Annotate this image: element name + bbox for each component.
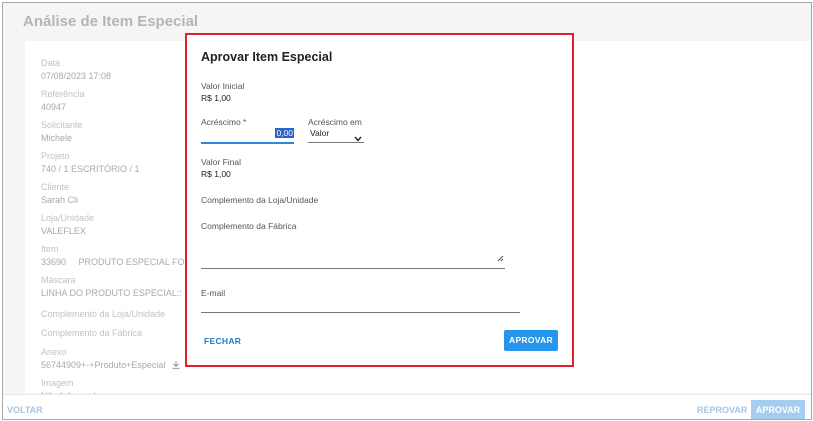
anexo-filename[interactable]: 56744909+-+Produto+Especial <box>41 360 165 370</box>
valor-final-value: R$ 1,00 <box>201 169 231 179</box>
complemento-fabrica-label: Complemento da Fábrica <box>201 221 297 231</box>
resize-handle-icon[interactable] <box>497 249 504 267</box>
field-value: VALEFLEX <box>41 226 86 236</box>
field-value: 07/08/2023 17:08 <box>41 71 112 81</box>
field-mascara: Máscara LINHA DO PRODUTO ESPECIAL:: ESP <box>41 275 202 299</box>
field-complemento-loja: Complemento da Loja/Unidade <box>41 309 165 319</box>
close-button[interactable]: FECHAR <box>204 336 241 346</box>
field-label: Item <box>41 244 59 254</box>
acrescimo-field[interactable]: 0,00 <box>201 122 294 144</box>
field-label: Imagem <box>41 378 74 388</box>
acrescimo-em-select[interactable]: Valor <box>308 125 364 143</box>
field-value: LINHA DO PRODUTO ESPECIAL:: ESP <box>41 288 203 298</box>
dialog-title: Aprovar Item Especial <box>201 50 333 64</box>
valor-final-label: Valor Final <box>201 157 241 167</box>
field-label: Loja/Unidade <box>41 213 95 223</box>
field-label: Anexo <box>41 347 67 357</box>
field-value: 56744909+-+Produto+Especial <box>41 360 181 373</box>
field-label: Complemento da Loja/Unidade <box>41 309 166 319</box>
email-label: E-mail <box>201 288 226 298</box>
field-value: Michele <box>41 133 73 143</box>
field-value: 740 / 1 ESCRITÓRIO / 1 <box>41 164 140 174</box>
field-label: Data <box>41 58 61 68</box>
field-label: Projeto <box>41 151 70 161</box>
field-projeto: Projeto 740 / 1 ESCRITÓRIO / 1 <box>41 151 140 175</box>
page-title: Análise de Item Especial <box>23 13 199 30</box>
field-data: Data 07/08/2023 17:08 <box>41 58 111 82</box>
field-label: Complemento da Fábrica <box>41 328 143 338</box>
approve-button-background[interactable]: APROVAR <box>751 400 805 419</box>
acrescimo-selected-text: 0,00 <box>275 128 294 138</box>
reject-button[interactable]: REPROVAR <box>697 405 747 415</box>
field-anexo: Anexo 56744909+-+Produto+Especial <box>41 347 181 373</box>
field-value: 40947 <box>41 102 67 112</box>
complemento-fabrica-textarea[interactable] <box>201 237 505 269</box>
field-value: Sarah Cli <box>41 195 79 205</box>
chevron-down-icon <box>354 129 362 147</box>
footer-bar: VOLTAR REPROVAR APROVAR <box>3 394 811 419</box>
field-solicitante: Solicitante Michele <box>41 120 83 144</box>
valor-inicial-value: R$ 1,00 <box>201 93 231 103</box>
field-label: Máscara <box>41 275 76 285</box>
field-label: Cliente <box>41 182 70 192</box>
complemento-loja-label: Complemento da Loja/Unidade <box>201 195 319 205</box>
acrescimo-em-value: Valor <box>310 128 330 138</box>
field-referencia: Referência 40947 <box>41 89 85 113</box>
field-complemento-fabrica: Complemento da Fábrica <box>41 328 142 338</box>
approve-item-dialog: Aprovar Item Especial Valor Inicial R$ 1… <box>185 33 574 367</box>
field-cliente: Cliente Sarah Cli <box>41 182 78 206</box>
download-icon[interactable] <box>171 360 181 373</box>
approve-button[interactable]: APROVAR <box>504 330 558 351</box>
valor-inicial-label: Valor Inicial <box>201 81 245 91</box>
field-value: 33690 PRODUTO ESPECIAL FOCO <box>41 257 199 267</box>
field-loja-unidade: Loja/Unidade VALEFLEX <box>41 213 94 237</box>
field-label: Referência <box>41 89 85 99</box>
field-item: Item 33690 PRODUTO ESPECIAL FOCO <box>41 244 198 268</box>
field-label: Solicitante <box>41 120 83 130</box>
back-button[interactable]: VOLTAR <box>7 405 43 415</box>
email-input[interactable] <box>201 298 520 313</box>
